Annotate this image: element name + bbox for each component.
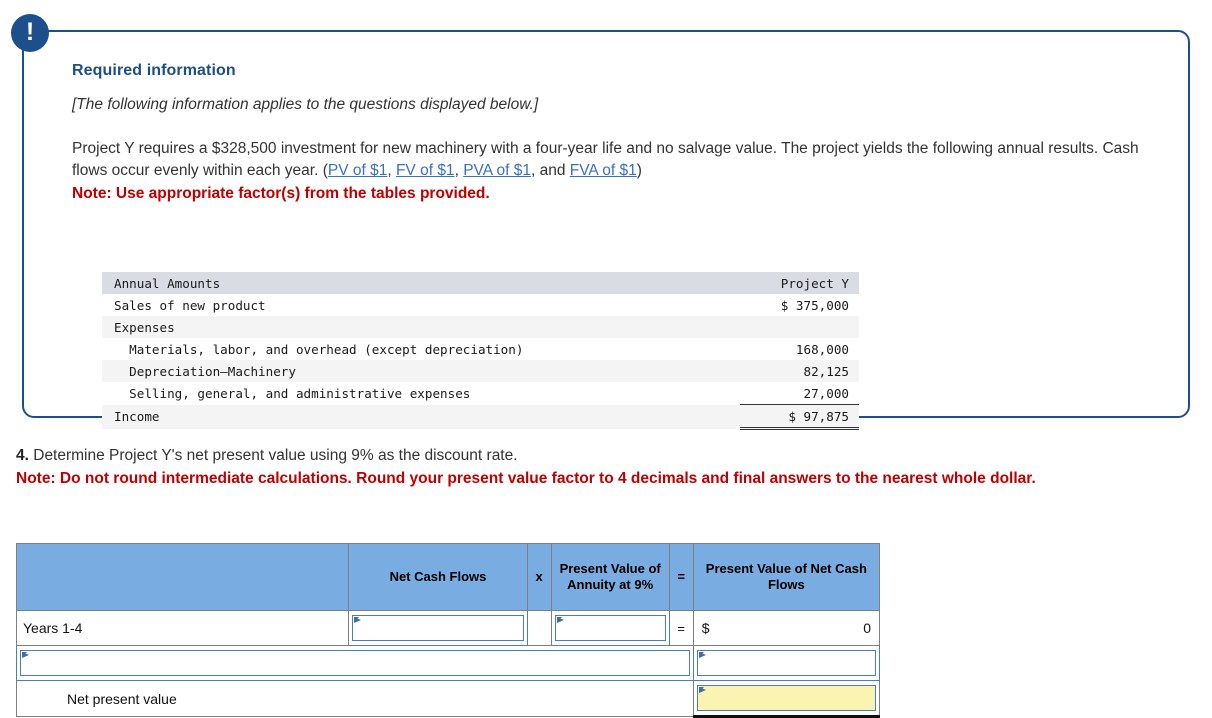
npv-answer-table[interactable]: Net Cash Flows x Present Value of Annuit… — [15, 543, 881, 718]
header-equals-operator: = — [668, 543, 694, 611]
rounding-note: Note: Do not round intermediate calculat… — [16, 470, 1036, 488]
question-text: Determine Project Y's net present value … — [28, 447, 518, 464]
row-value: $ 375,000 — [780, 297, 849, 313]
subtotal-result-input[interactable] — [695, 649, 878, 677]
table-row — [16, 645, 881, 681]
sep-1: , — [387, 162, 396, 180]
header-pv-annuity: Present Value of Annuity at 9% — [550, 543, 670, 611]
factor-note: Note: Use appropriate factor(s) from the… — [72, 184, 490, 202]
table-row-total: Income $ 97,875 — [102, 404, 859, 430]
row-value: 82,125 — [803, 363, 850, 379]
pv-annuity-cell[interactable] — [550, 610, 670, 646]
row-label: Sales of new product — [114, 297, 266, 313]
table-row: Sales of new product $ 375,000 — [102, 294, 859, 316]
row-label: Selling, general, and administrative exp… — [114, 385, 471, 401]
row-label: Depreciation—Machinery — [114, 363, 296, 379]
pv-net-cash-flows-result: $ 0 — [692, 610, 881, 646]
page-title: Required information — [72, 62, 236, 79]
exclamation-icon: ! — [11, 14, 49, 52]
subtotal-result-cell[interactable] — [692, 645, 881, 681]
row-label: Income — [114, 409, 160, 424]
net-present-value-cell[interactable] — [692, 680, 881, 718]
result-value: 0 — [863, 620, 871, 636]
row-label-years: Years 1-4 — [15, 610, 350, 646]
row-value: 168,000 — [795, 341, 849, 357]
table-row: Materials, labor, and overhead (except d… — [102, 338, 859, 360]
question-number: 4. — [16, 447, 29, 464]
header-multiply-operator: x — [526, 543, 552, 611]
link-pva-of-1[interactable]: PVA of $1 — [463, 162, 531, 179]
net-cash-flows-cell[interactable] — [348, 610, 528, 646]
row-label: Materials, labor, and overhead (except d… — [114, 341, 524, 357]
column-header-value: Project Y — [780, 275, 849, 291]
row-value — [740, 316, 859, 338]
column-header-label: Annual Amounts — [114, 275, 221, 291]
table-header-row: Annual Amounts Project Y — [102, 272, 859, 294]
annual-amounts-table: Annual Amounts Project Y Sales of new pr… — [102, 272, 859, 430]
row-value: $ 97,875 — [740, 404, 859, 430]
required-information-panel: Required information [The following info… — [22, 30, 1190, 430]
header-pv-net-cash-flows: Present Value of Net Cash Flows — [692, 543, 881, 611]
table-row: Selling, general, and administrative exp… — [102, 382, 859, 405]
table-row: Expenses — [102, 316, 859, 338]
exclamation-glyph: ! — [25, 17, 35, 46]
sep-3: , and — [530, 162, 570, 180]
net-cash-flows-input[interactable] — [351, 614, 525, 642]
link-pv-of-1[interactable]: PV of $1 — [328, 162, 387, 179]
applies-note: [The following information applies to th… — [72, 96, 539, 113]
subtotal-label-input[interactable] — [19, 649, 691, 677]
row-label: Expenses — [114, 319, 175, 335]
table-row-net-present-value: Net present value — [16, 680, 881, 718]
net-present-value-input[interactable] — [695, 684, 878, 712]
multiply-operator-cell — [526, 610, 552, 646]
question-block: 4. Determine Project Y's net present val… — [16, 444, 1196, 491]
currency-symbol: $ — [701, 620, 710, 636]
row-value: 27,000 — [803, 385, 850, 401]
header-blank — [15, 543, 350, 611]
link-fv-of-1[interactable]: FV of $1 — [396, 162, 455, 179]
sep-2: , — [454, 162, 464, 180]
answer-table-header-row: Net Cash Flows x Present Value of Annuit… — [15, 543, 881, 611]
header-net-cash-flows: Net Cash Flows — [348, 543, 528, 611]
scenario-paragraph: Project Y requires a $328,500 investment… — [72, 138, 1147, 205]
subtotal-label-cell[interactable] — [16, 645, 694, 681]
pv-annuity-input[interactable] — [553, 614, 667, 642]
table-row: Depreciation—Machinery 82,125 — [102, 360, 859, 382]
equals-operator-cell: = — [668, 610, 694, 646]
link-fva-of-1[interactable]: FVA of $1 — [570, 162, 637, 179]
table-row: Years 1-4 = $ 0 — [15, 610, 881, 646]
row-label-net-present-value: Net present value — [16, 680, 694, 717]
paren-close: ) — [636, 162, 642, 180]
